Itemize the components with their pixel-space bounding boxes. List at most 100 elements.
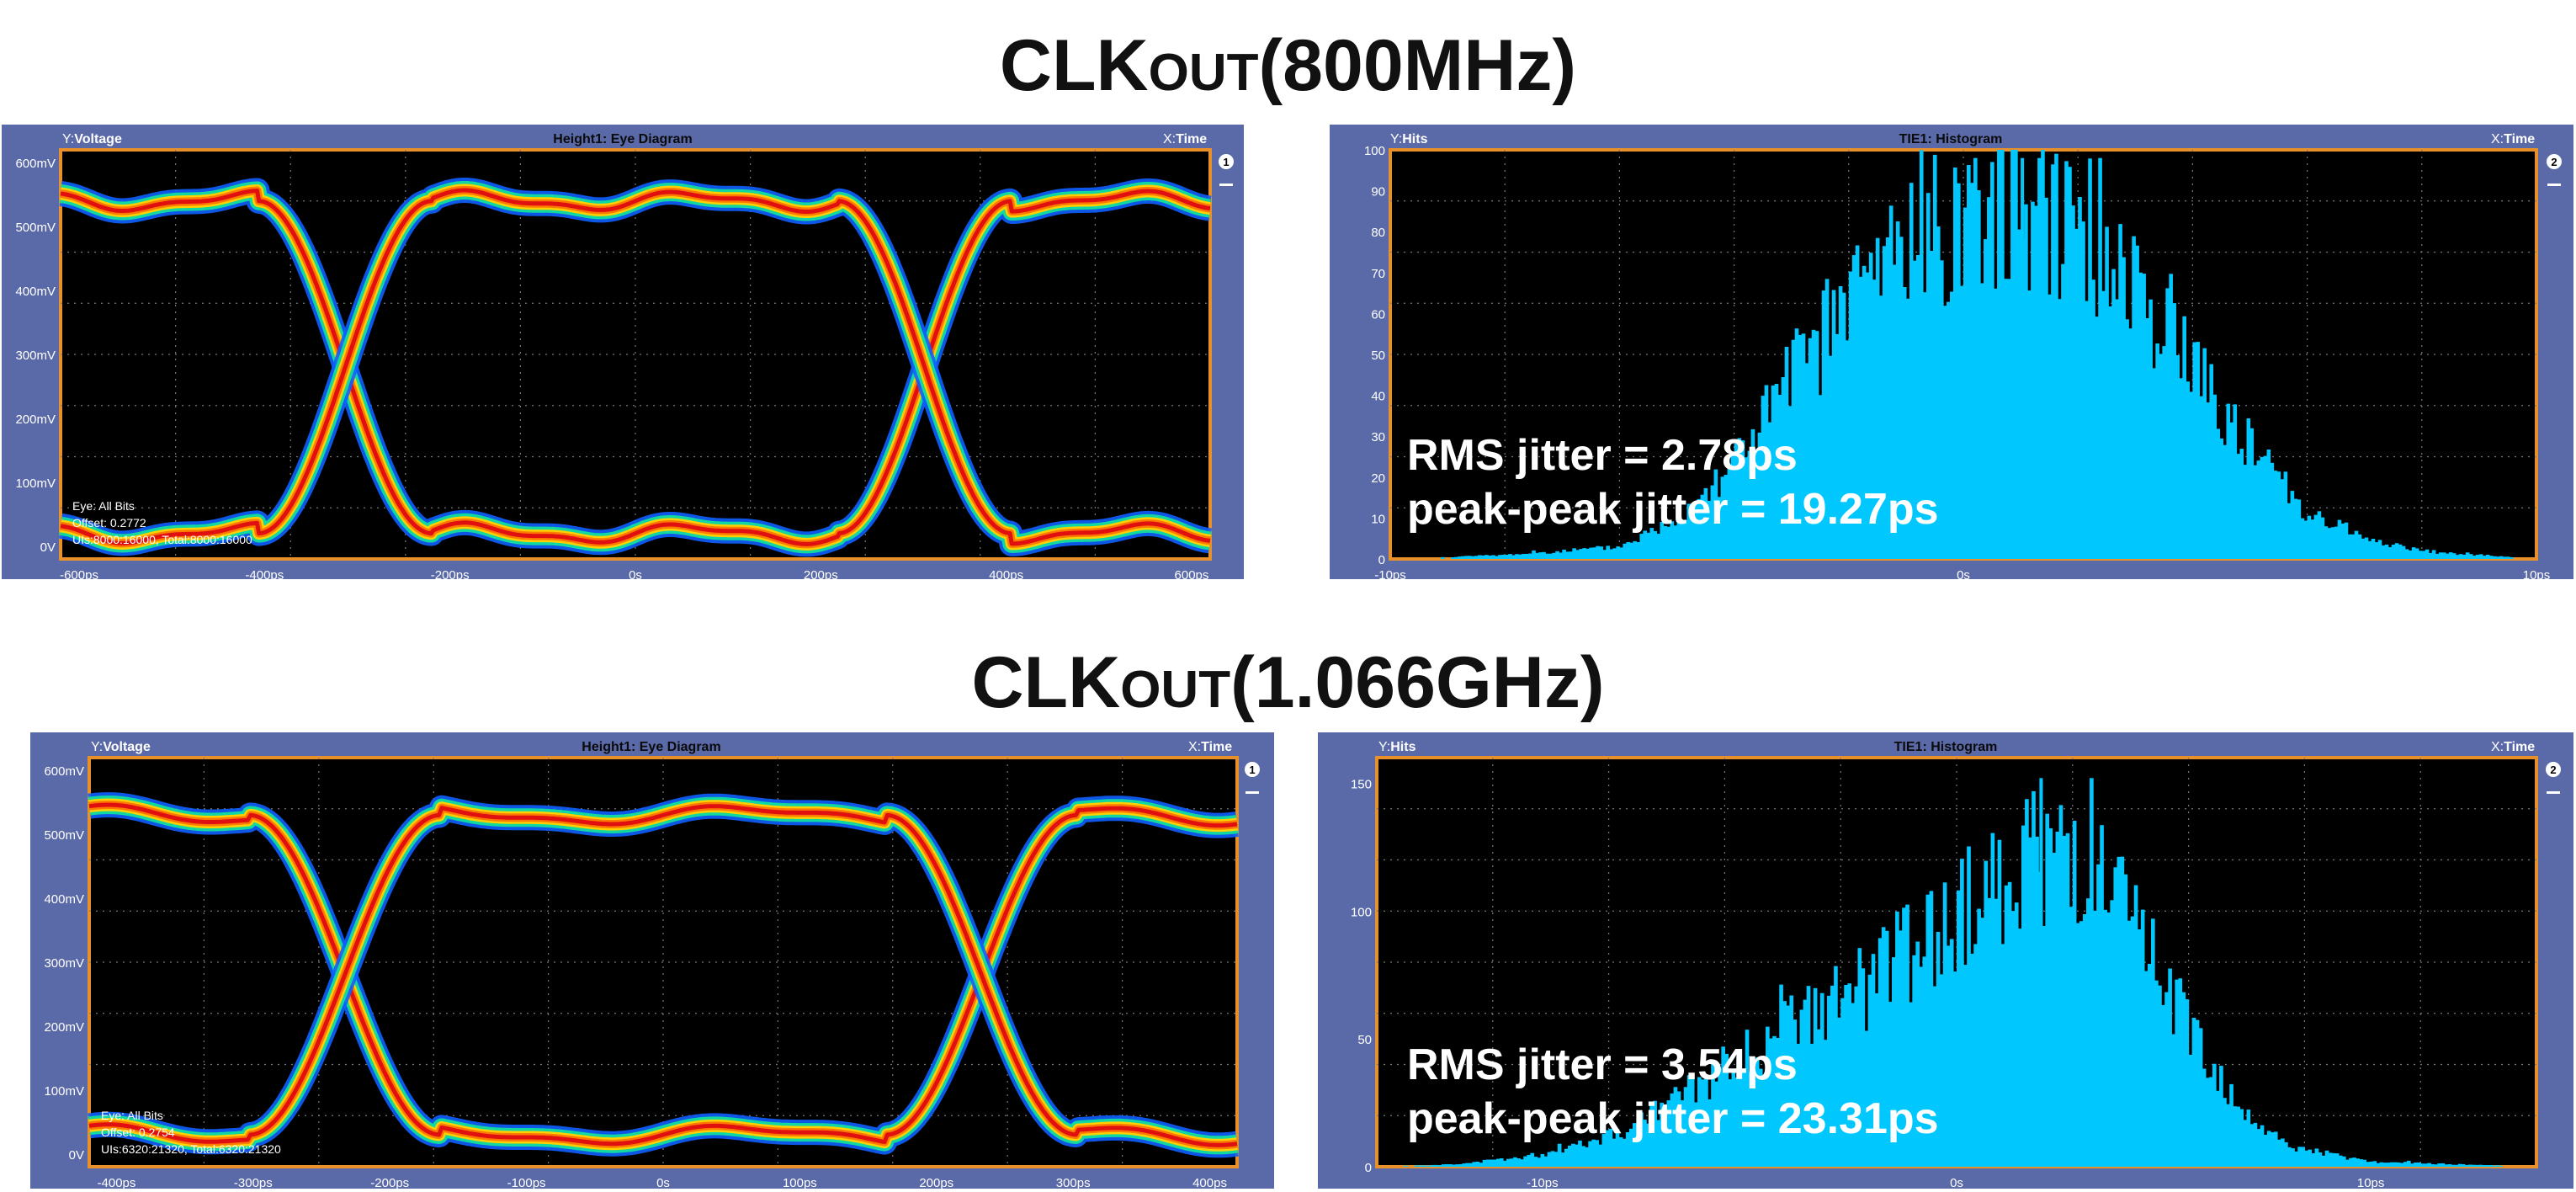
histogram-bar — [2482, 556, 2487, 559]
histogram-bar — [2133, 885, 2138, 1167]
histogram-bar — [2216, 1090, 2220, 1167]
histogram-bar — [1434, 1164, 1439, 1167]
histogram-bar — [2239, 449, 2244, 559]
histogram-bar — [1540, 1153, 1545, 1167]
minimize-icon[interactable] — [2547, 791, 2560, 794]
histogram-bar — [2027, 290, 2032, 559]
x-tick-label: -100ps — [507, 1176, 546, 1189]
histogram-bar — [2334, 526, 2339, 559]
histogram-bar — [1465, 1163, 1470, 1167]
histogram-bar — [2078, 197, 2082, 559]
histogram-bar — [2340, 524, 2345, 559]
histogram-bar — [1629, 542, 1634, 559]
x-tick-label: 0s — [1950, 1176, 1963, 1189]
histogram-bar — [2495, 556, 2500, 559]
histogram-bar — [1510, 1158, 1514, 1167]
minimize-icon[interactable] — [1246, 791, 1259, 794]
histogram-bar — [2054, 153, 2058, 559]
histogram-bar — [2045, 813, 2050, 1167]
histogram-bar — [2379, 1162, 2384, 1167]
histogram-bar — [2347, 534, 2352, 559]
histogram-bar — [1530, 1152, 1535, 1167]
histogram-bar — [2216, 428, 2221, 559]
histogram-bar — [2337, 519, 2342, 559]
title-main: CLK — [971, 642, 1121, 723]
histogram-bar — [2311, 1153, 2316, 1167]
histogram-bar — [2447, 1164, 2452, 1167]
histogram-bar — [2058, 805, 2063, 1167]
eye-svg-2: Y:Voltage Height1: Eye Diagram X:Time 0V… — [44, 740, 1260, 1189]
y-tick-label: 200mV — [44, 1020, 84, 1035]
histogram-bar — [1575, 1144, 1579, 1167]
minimize-icon[interactable] — [2547, 184, 2561, 186]
y-tick-label: 0V — [69, 1148, 84, 1163]
histogram-bar — [1548, 553, 1553, 559]
histogram-bar — [2441, 1163, 2446, 1167]
histogram-bar — [2031, 201, 2035, 559]
minimize-icon[interactable] — [1219, 184, 1233, 186]
histogram-bar — [1990, 162, 1994, 559]
histogram-bar — [1479, 1163, 1484, 1167]
histogram-bar — [1532, 550, 1536, 559]
histogram-bar — [2283, 471, 2288, 559]
histogram-bar — [2034, 205, 2038, 559]
histogram-bar — [2105, 226, 2109, 559]
histogram-bar — [2017, 229, 2021, 559]
histogram-bar — [2301, 1147, 2305, 1167]
x-tick-label: -400ps — [245, 568, 284, 579]
histogram-bar — [2445, 553, 2450, 559]
eye-svg-1: Y:Voltage Height1: Eye Diagram X:Time 0V… — [15, 132, 1234, 579]
histogram-bar — [2462, 554, 2467, 559]
y-tick-label: 600mV — [15, 157, 56, 171]
histogram-bar — [2369, 1161, 2374, 1167]
histogram-bar — [2226, 403, 2231, 559]
histogram-peak-bar — [2039, 778, 2043, 1167]
histogram-bar — [1516, 1158, 1521, 1167]
histogram-bar — [2093, 910, 2097, 1167]
histogram-bar — [2434, 1164, 2439, 1167]
histogram-bar — [2195, 1019, 2200, 1167]
x-tick-label: 400ps — [989, 568, 1023, 579]
histogram-bar — [2172, 303, 2176, 559]
histogram-bar — [2138, 272, 2143, 559]
histogram-bar — [2273, 1131, 2278, 1167]
histogram-bar — [2246, 1110, 2251, 1167]
histogram-bar — [1987, 897, 1992, 1167]
histogram-bar — [2155, 343, 2159, 559]
y-tick-label: 300mV — [44, 956, 84, 971]
histogram-bar — [2374, 542, 2379, 559]
histogram-bar — [2293, 498, 2298, 559]
histogram-bar — [2396, 1162, 2401, 1167]
histogram-bar — [2371, 539, 2376, 559]
histogram-bar — [2028, 837, 2032, 1167]
y-tick-labels: 0 10 20 30 40 50 60 70 80 90 100 — [1364, 144, 1385, 567]
histogram-bar — [2270, 1132, 2275, 1167]
histogram-bar — [2308, 1149, 2313, 1167]
histogram-bar — [2212, 1063, 2217, 1167]
histogram-bar — [2168, 968, 2172, 1167]
histogram-bar — [2058, 299, 2062, 559]
histogram-bar — [1942, 882, 1947, 1167]
histogram-bar — [2051, 164, 2055, 560]
histogram-bar — [1942, 306, 1947, 559]
histogram-bar — [2411, 547, 2416, 559]
histogram-bar — [2229, 422, 2234, 559]
histogram-bar — [2430, 1164, 2435, 1167]
histogram-bar — [2273, 471, 2278, 559]
histogram-bar — [2314, 1148, 2319, 1167]
histogram-bar — [1522, 554, 1526, 559]
x-tick-label: 0s — [656, 1176, 670, 1189]
histogram-bar — [2291, 1148, 2295, 1167]
histogram-bar — [2110, 900, 2115, 1167]
histogram-bar — [2352, 1157, 2356, 1167]
histogram-bar — [2420, 1163, 2425, 1167]
x-tick-labels: -10ps 0s 10ps — [1527, 1176, 2384, 1189]
histogram-bar — [2372, 1161, 2377, 1167]
histogram-bar — [2037, 157, 2042, 559]
histogram-bar — [1980, 283, 1984, 559]
histogram-bar — [1626, 542, 1631, 559]
histogram-bar — [1599, 546, 1603, 559]
y-tick-label: 200mV — [15, 412, 56, 427]
histogram-bar — [2151, 918, 2155, 1167]
histogram-bar — [1533, 1157, 1538, 1167]
